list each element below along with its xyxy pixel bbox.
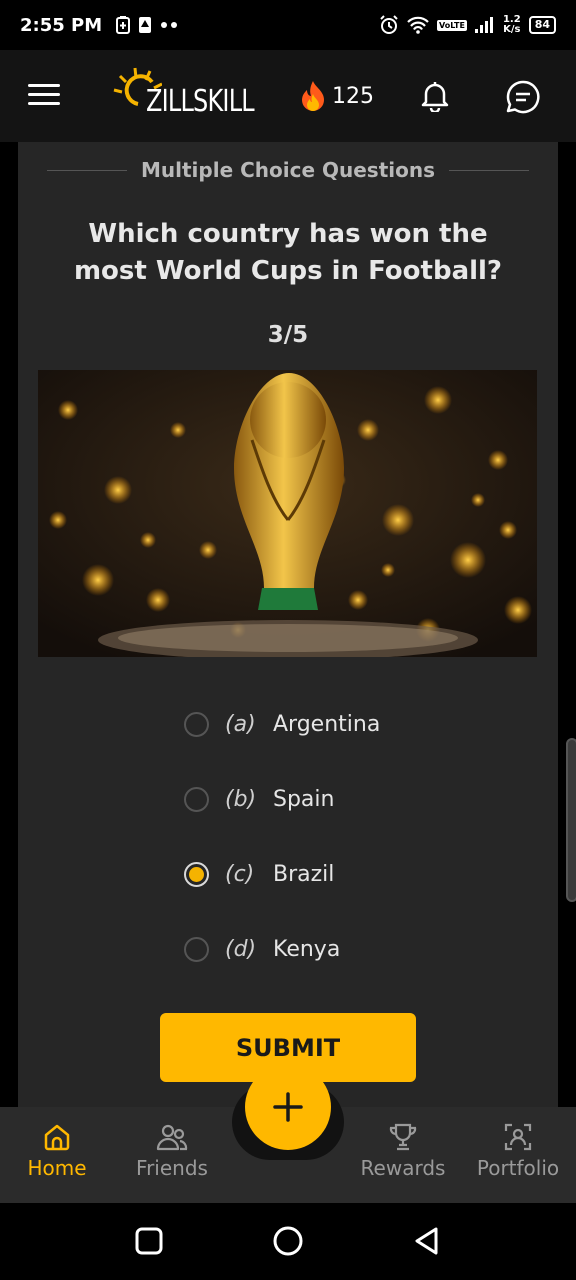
more-notifications-icon [161, 22, 178, 28]
system-navigation-bar [0, 1203, 576, 1280]
nav-home[interactable]: Home [2, 1122, 112, 1180]
world-cup-trophy-image [38, 370, 537, 657]
answer-options: (a) Argentina (b) Spain (c) Brazil (d) K… [184, 687, 380, 987]
battery-saver-icon [116, 16, 131, 34]
option-text: Kenya [273, 937, 341, 962]
option-text: Brazil [273, 862, 335, 887]
option-letter: (a) [225, 712, 256, 737]
battery-indicator: 84 [528, 16, 556, 34]
option-letter: (d) [225, 937, 257, 962]
home-circle-icon[interactable] [272, 1225, 304, 1257]
divider-left [46, 169, 127, 171]
portfolio-icon [504, 1123, 532, 1151]
volte-badge: VoLTE [437, 19, 467, 31]
nav-rewards[interactable]: Rewards [348, 1122, 458, 1180]
wifi-icon [407, 16, 429, 34]
option-b[interactable]: (b) Spain [184, 762, 380, 837]
option-a[interactable]: (a) Argentina [184, 687, 380, 762]
app-logo: ZILLSKILL [112, 64, 255, 128]
nav-friends[interactable]: Friends [117, 1122, 227, 1180]
question-progress: 3/5 [267, 322, 309, 348]
quiz-card: Multiple Choice Questions Which country … [18, 142, 558, 1108]
add-button[interactable] [245, 1064, 331, 1150]
status-notification-icons [116, 16, 180, 34]
radio-button[interactable] [184, 787, 209, 812]
status-right-icons: VoLTE 1.2 K/s 84 [379, 15, 556, 35]
radio-button[interactable] [184, 712, 209, 737]
option-letter: (c) [225, 862, 255, 887]
trophy-icon [389, 1123, 417, 1151]
section-title: Multiple Choice Questions [140, 158, 435, 182]
radio-button[interactable] [184, 937, 209, 962]
network-speed: 1.2 K/s [503, 15, 521, 35]
radio-button-selected[interactable] [184, 862, 209, 887]
plus-icon [273, 1092, 303, 1122]
option-letter: (b) [225, 787, 257, 812]
coin-count: 125 [332, 83, 374, 109]
nav-rewards-label: Rewards [360, 1156, 446, 1180]
storage-icon [139, 17, 152, 33]
status-time: 2:55 PM [20, 14, 103, 36]
recent-apps-icon[interactable] [135, 1225, 163, 1257]
network-speed-unit: K/s [503, 24, 521, 35]
friends-icon [156, 1124, 188, 1151]
back-icon[interactable] [412, 1225, 442, 1257]
notification-bell-icon[interactable] [420, 80, 450, 112]
nav-home-label: Home [27, 1156, 87, 1180]
signal-icon [474, 17, 493, 33]
app-header: ZILLSKILL 125 [0, 50, 576, 142]
coin-counter[interactable]: 125 [300, 80, 374, 112]
menu-icon[interactable] [28, 84, 60, 108]
chat-icon[interactable] [506, 80, 540, 114]
nav-portfolio[interactable]: Portfolio [463, 1122, 573, 1180]
nav-portfolio-label: Portfolio [476, 1156, 560, 1180]
option-text: Argentina [273, 712, 381, 737]
option-text: Spain [273, 787, 335, 812]
flame-icon [302, 81, 324, 111]
section-header: Multiple Choice Questions [18, 154, 558, 186]
divider-right [449, 169, 529, 171]
option-d[interactable]: (d) Kenya [184, 912, 380, 987]
alarm-icon [380, 15, 398, 34]
nav-friends-label: Friends [136, 1156, 208, 1180]
logo-text: ZILLSKILL [146, 84, 255, 119]
status-bar: 2:55 PM VoLTE 1.2 K/s 84 [0, 0, 576, 50]
question-text: Which country has won the most World Cup… [73, 219, 503, 286]
option-c[interactable]: (c) Brazil [184, 837, 380, 912]
side-drawer-handle[interactable] [566, 738, 576, 902]
home-icon [44, 1124, 70, 1151]
